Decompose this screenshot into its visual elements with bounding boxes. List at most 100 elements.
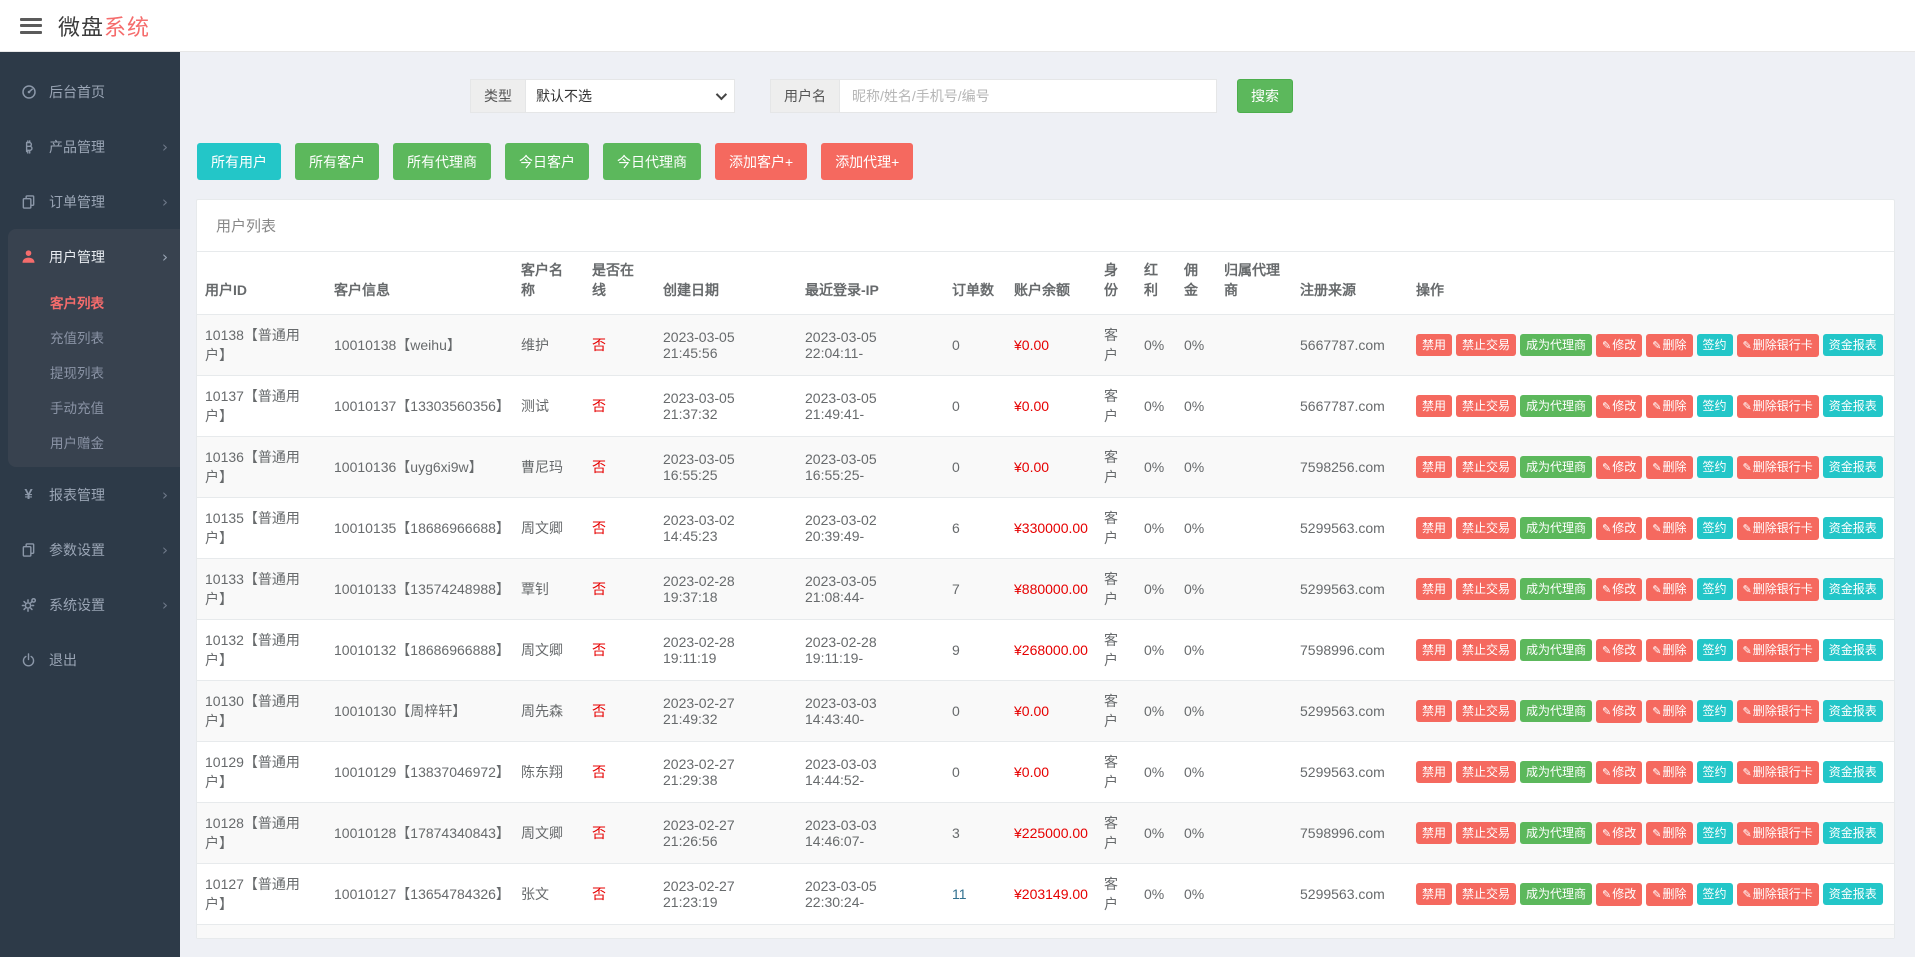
funds-report-button[interactable]: 资金报表 <box>1823 761 1883 783</box>
forbid-trade-button[interactable]: 禁止交易 <box>1456 639 1516 661</box>
username-input[interactable] <box>839 79 1217 113</box>
all-agents-button[interactable]: 所有代理商 <box>393 143 491 180</box>
sidebar-item-system[interactable]: 系统设置› <box>0 577 180 632</box>
hamburger-menu-icon[interactable] <box>20 18 42 34</box>
delete-button[interactable]: ✎删除 <box>1646 395 1692 418</box>
sign-contract-button[interactable]: 签约 <box>1697 334 1733 356</box>
funds-report-button[interactable]: 资金报表 <box>1823 334 1883 356</box>
sidebar-subitem-recharge-list[interactable]: 充值列表 <box>8 319 180 354</box>
delete-button[interactable]: ✎删除 <box>1646 700 1692 723</box>
edit-button[interactable]: ✎修改 <box>1596 517 1642 540</box>
sign-contract-button[interactable]: 签约 <box>1697 578 1733 600</box>
edit-button[interactable]: ✎修改 <box>1596 395 1642 418</box>
disable-user-button[interactable]: 禁用 <box>1416 883 1452 905</box>
disable-user-button[interactable]: 禁用 <box>1416 761 1452 783</box>
sidebar-subitem-manual-recharge[interactable]: 手动充值 <box>8 389 180 424</box>
disable-user-button[interactable]: 禁用 <box>1416 578 1452 600</box>
sign-contract-button[interactable]: 签约 <box>1697 700 1733 722</box>
disable-user-button[interactable]: 禁用 <box>1416 334 1452 356</box>
forbid-trade-button[interactable]: 禁止交易 <box>1456 395 1516 417</box>
delete-bank-card-button[interactable]: ✎删除银行卡 <box>1737 822 1819 845</box>
become-agent-button[interactable]: 成为代理商 <box>1520 395 1592 417</box>
delete-bank-card-button[interactable]: ✎删除银行卡 <box>1737 456 1819 479</box>
forbid-trade-button[interactable]: 禁止交易 <box>1456 334 1516 356</box>
edit-button[interactable]: ✎修改 <box>1596 883 1642 906</box>
funds-report-button[interactable]: 资金报表 <box>1823 395 1883 417</box>
edit-button[interactable]: ✎修改 <box>1596 639 1642 662</box>
all-users-button[interactable]: 所有用户 <box>197 143 281 180</box>
delete-button[interactable]: ✎删除 <box>1646 456 1692 479</box>
edit-button[interactable]: ✎修改 <box>1596 822 1642 845</box>
sidebar-item-orders[interactable]: 订单管理› <box>0 174 180 229</box>
forbid-trade-button[interactable]: 禁止交易 <box>1456 456 1516 478</box>
funds-report-button[interactable]: 资金报表 <box>1823 639 1883 661</box>
delete-button[interactable]: ✎删除 <box>1646 334 1692 357</box>
delete-button[interactable]: ✎删除 <box>1646 639 1692 662</box>
edit-button[interactable]: ✎修改 <box>1596 334 1642 357</box>
become-agent-button[interactable]: 成为代理商 <box>1520 700 1592 722</box>
delete-bank-card-button[interactable]: ✎删除银行卡 <box>1737 334 1819 357</box>
forbid-trade-button[interactable]: 禁止交易 <box>1456 700 1516 722</box>
type-select[interactable]: 默认不选 <box>525 79 735 113</box>
edit-button[interactable]: ✎修改 <box>1596 456 1642 479</box>
delete-button[interactable]: ✎删除 <box>1646 578 1692 601</box>
edit-button[interactable]: ✎修改 <box>1596 761 1642 784</box>
disable-user-button[interactable]: 禁用 <box>1416 517 1452 539</box>
delete-bank-card-button[interactable]: ✎删除银行卡 <box>1737 761 1819 784</box>
become-agent-button[interactable]: 成为代理商 <box>1520 761 1592 783</box>
sidebar-subitem-withdraw-list[interactable]: 提现列表 <box>8 354 180 389</box>
become-agent-button[interactable]: 成为代理商 <box>1520 883 1592 905</box>
sidebar-item-logout[interactable]: 退出 <box>0 632 180 687</box>
forbid-trade-button[interactable]: 禁止交易 <box>1456 761 1516 783</box>
today-customers-button[interactable]: 今日客户 <box>505 143 589 180</box>
disable-user-button[interactable]: 禁用 <box>1416 822 1452 844</box>
sign-contract-button[interactable]: 签约 <box>1697 822 1733 844</box>
delete-button[interactable]: ✎删除 <box>1646 822 1692 845</box>
delete-bank-card-button[interactable]: ✎删除银行卡 <box>1737 639 1819 662</box>
all-customers-button[interactable]: 所有客户 <box>295 143 379 180</box>
funds-report-button[interactable]: 资金报表 <box>1823 883 1883 905</box>
disable-user-button[interactable]: 禁用 <box>1416 456 1452 478</box>
delete-button[interactable]: ✎删除 <box>1646 883 1692 906</box>
become-agent-button[interactable]: 成为代理商 <box>1520 822 1592 844</box>
funds-report-button[interactable]: 资金报表 <box>1823 822 1883 844</box>
add-customer-button[interactable]: 添加客户+ <box>715 143 807 180</box>
become-agent-button[interactable]: 成为代理商 <box>1520 639 1592 661</box>
become-agent-button[interactable]: 成为代理商 <box>1520 334 1592 356</box>
sidebar-item-products[interactable]: 产品管理› <box>0 119 180 174</box>
edit-button[interactable]: ✎修改 <box>1596 700 1642 723</box>
disable-user-button[interactable]: 禁用 <box>1416 700 1452 722</box>
today-agents-button[interactable]: 今日代理商 <box>603 143 701 180</box>
forbid-trade-button[interactable]: 禁止交易 <box>1456 883 1516 905</box>
disable-user-button[interactable]: 禁用 <box>1416 395 1452 417</box>
forbid-trade-button[interactable]: 禁止交易 <box>1456 517 1516 539</box>
sign-contract-button[interactable]: 签约 <box>1697 456 1733 478</box>
sidebar-item-params[interactable]: 参数设置› <box>0 522 180 577</box>
funds-report-button[interactable]: 资金报表 <box>1823 456 1883 478</box>
delete-bank-card-button[interactable]: ✎删除银行卡 <box>1737 883 1819 906</box>
funds-report-button[interactable]: 资金报表 <box>1823 700 1883 722</box>
sign-contract-button[interactable]: 签约 <box>1697 517 1733 539</box>
delete-bank-card-button[interactable]: ✎删除银行卡 <box>1737 700 1819 723</box>
sidebar-item-users[interactable]: 用户管理› <box>8 229 180 284</box>
funds-report-button[interactable]: 资金报表 <box>1823 517 1883 539</box>
delete-bank-card-button[interactable]: ✎删除银行卡 <box>1737 517 1819 540</box>
sidebar-item-reports[interactable]: ¥报表管理› <box>0 467 180 522</box>
delete-button[interactable]: ✎删除 <box>1646 761 1692 784</box>
sign-contract-button[interactable]: 签约 <box>1697 395 1733 417</box>
disable-user-button[interactable]: 禁用 <box>1416 639 1452 661</box>
become-agent-button[interactable]: 成为代理商 <box>1520 456 1592 478</box>
add-agent-button[interactable]: 添加代理+ <box>821 143 913 180</box>
sign-contract-button[interactable]: 签约 <box>1697 639 1733 661</box>
delete-button[interactable]: ✎删除 <box>1646 517 1692 540</box>
forbid-trade-button[interactable]: 禁止交易 <box>1456 822 1516 844</box>
sidebar-subitem-customer-list[interactable]: 客户列表 <box>8 284 180 319</box>
search-button[interactable]: 搜索 <box>1237 79 1293 113</box>
edit-button[interactable]: ✎修改 <box>1596 578 1642 601</box>
sidebar-subitem-user-bonus[interactable]: 用户赠金 <box>8 424 180 459</box>
become-agent-button[interactable]: 成为代理商 <box>1520 578 1592 600</box>
sign-contract-button[interactable]: 签约 <box>1697 761 1733 783</box>
delete-bank-card-button[interactable]: ✎删除银行卡 <box>1737 578 1819 601</box>
sign-contract-button[interactable]: 签约 <box>1697 883 1733 905</box>
delete-bank-card-button[interactable]: ✎删除银行卡 <box>1737 395 1819 418</box>
